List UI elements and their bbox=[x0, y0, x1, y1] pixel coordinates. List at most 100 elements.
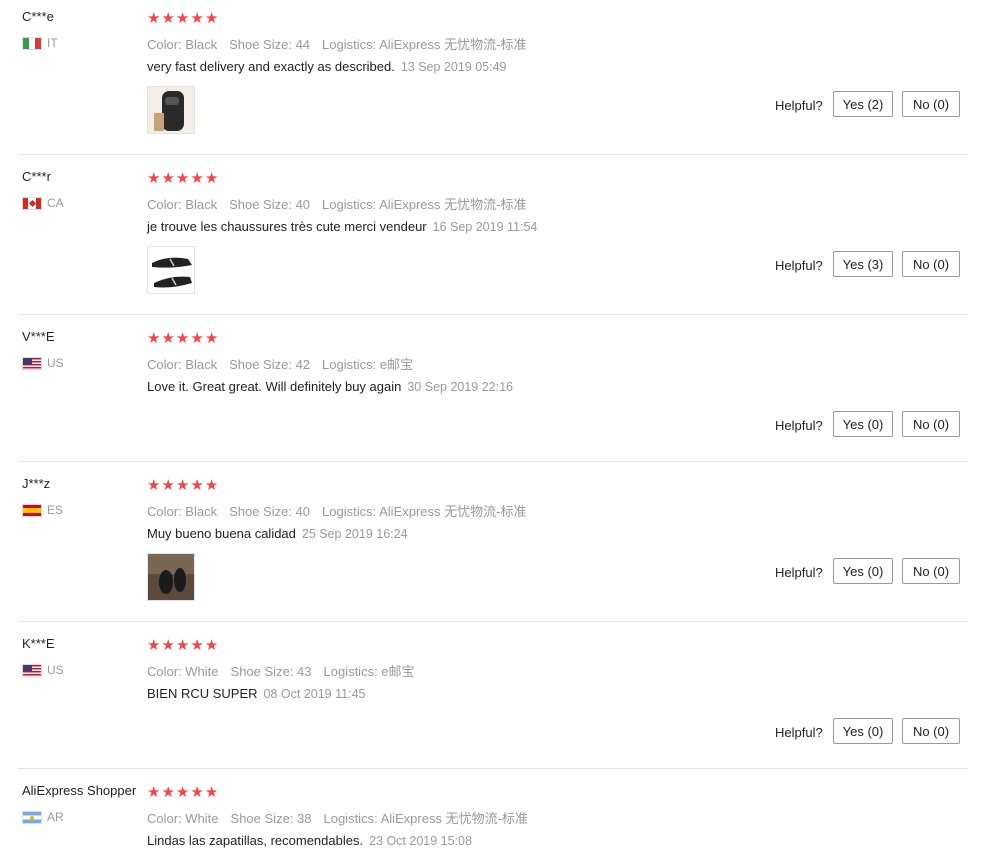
star-icon: ★ bbox=[161, 330, 176, 347]
helpful-label: Helpful? bbox=[775, 418, 823, 433]
reviewer-name: V***E bbox=[22, 329, 55, 344]
helpful-label: Helpful? bbox=[775, 565, 823, 580]
star-icon: ★ bbox=[190, 477, 205, 494]
review-attributes: Color: White Shoe Size: 38 Logistics: AliE… bbox=[147, 808, 540, 827]
review-attributes: Color: Black Shoe Size: 40 Logistics: AliE… bbox=[147, 501, 538, 520]
country-code: CA bbox=[47, 196, 64, 210]
country-code: US bbox=[47, 356, 64, 370]
review-attributes: Color: Black Shoe Size: 40 Logistics: AliE… bbox=[147, 194, 538, 213]
review-text-line: Love it. Great great. Will definitely bu… bbox=[147, 379, 513, 394]
review-date: 30 Sep 2019 22:16 bbox=[407, 380, 514, 394]
star-icon: ★ bbox=[175, 637, 191, 654]
flag-us-icon bbox=[22, 356, 42, 370]
helpful-label: Helpful? bbox=[775, 98, 823, 113]
helpful-no-button[interactable]: No (0) bbox=[902, 411, 960, 437]
star-icon: ★ bbox=[175, 784, 191, 801]
helpful-no-button[interactable]: No (0) bbox=[902, 251, 960, 277]
star-icon: ★ bbox=[204, 784, 220, 801]
reviewer-country: US bbox=[22, 356, 64, 370]
helpful-no-button[interactable]: No (0) bbox=[902, 718, 960, 744]
country-code: IT bbox=[47, 36, 58, 50]
review-photo[interactable] bbox=[147, 86, 195, 134]
country-code: AR bbox=[47, 810, 64, 824]
star-icon: ★ bbox=[190, 10, 205, 27]
review-divider bbox=[18, 154, 968, 155]
star-rating: ★★★★★ bbox=[147, 783, 219, 801]
star-icon: ★ bbox=[175, 330, 191, 347]
review-attributes: Color: White Shoe Size: 43 Logistics: e邮宝 bbox=[147, 661, 427, 680]
star-icon: ★ bbox=[147, 477, 162, 494]
country-code: US bbox=[47, 663, 64, 677]
helpful-yes-button[interactable]: Yes (3) bbox=[833, 251, 893, 277]
review-date: 08 Oct 2019 11:45 bbox=[263, 687, 366, 701]
review-photo[interactable] bbox=[147, 246, 195, 294]
review-photo[interactable] bbox=[147, 553, 195, 601]
review-text-line: BIEN RCU SUPER 08 Oct 2019 11:45 bbox=[147, 686, 365, 701]
star-rating: ★★★★★ bbox=[147, 9, 219, 27]
logistics-attr: Logistics: e邮宝 bbox=[323, 664, 415, 679]
size-attr: Shoe Size: 40 bbox=[229, 504, 311, 519]
color-attr: Color: Black bbox=[147, 504, 218, 519]
review-divider bbox=[18, 768, 968, 769]
helpful-label: Helpful? bbox=[775, 725, 823, 740]
flag-ar-icon bbox=[22, 810, 42, 824]
helpful-yes-button[interactable]: Yes (0) bbox=[833, 718, 893, 744]
star-icon: ★ bbox=[161, 170, 176, 187]
color-attr: Color: White bbox=[147, 664, 219, 679]
review-text: Love it. Great great. Will definitely bu… bbox=[147, 379, 402, 394]
star-icon: ★ bbox=[161, 10, 176, 27]
star-icon: ★ bbox=[175, 477, 191, 494]
helpful-no-button[interactable]: No (0) bbox=[902, 91, 960, 117]
star-rating: ★★★★★ bbox=[147, 476, 219, 494]
color-attr: Color: White bbox=[147, 811, 219, 826]
reviewer-name: C***e bbox=[22, 9, 54, 24]
helpful-yes-button[interactable]: Yes (0) bbox=[833, 411, 893, 437]
flag-es-icon bbox=[22, 503, 42, 517]
star-icon: ★ bbox=[147, 784, 162, 801]
star-icon: ★ bbox=[161, 784, 176, 801]
star-icon: ★ bbox=[161, 637, 176, 654]
review-date: 13 Sep 2019 05:49 bbox=[400, 60, 507, 74]
star-icon: ★ bbox=[147, 170, 162, 187]
size-attr: Shoe Size: 38 bbox=[230, 811, 312, 826]
star-icon: ★ bbox=[147, 637, 162, 654]
star-icon: ★ bbox=[147, 10, 162, 27]
review-date: 25 Sep 2019 16:24 bbox=[301, 527, 408, 541]
star-icon: ★ bbox=[190, 330, 205, 347]
star-icon: ★ bbox=[190, 784, 205, 801]
star-rating: ★★★★★ bbox=[147, 329, 219, 347]
size-attr: Shoe Size: 40 bbox=[229, 197, 311, 212]
star-icon: ★ bbox=[190, 170, 205, 187]
logistics-attr: Logistics: e邮宝 bbox=[322, 357, 414, 372]
review-list: C***e IT ★★★★★ Color: Black Shoe Size: 44… bbox=[0, 0, 981, 860]
star-icon: ★ bbox=[204, 170, 220, 187]
size-attr: Shoe Size: 43 bbox=[230, 664, 312, 679]
logistics-attr: Logistics: AliExpress 无忧物流-标准 bbox=[323, 811, 528, 826]
reviewer-country: CA bbox=[22, 196, 64, 210]
helpful-no-button[interactable]: No (0) bbox=[902, 558, 960, 584]
flag-it-icon bbox=[22, 36, 42, 50]
star-icon: ★ bbox=[161, 477, 176, 494]
review-attributes: Color: Black Shoe Size: 42 Logistics: e邮宝 bbox=[147, 354, 425, 373]
review-date: 16 Sep 2019 11:54 bbox=[432, 220, 538, 234]
star-icon: ★ bbox=[204, 637, 220, 654]
color-attr: Color: Black bbox=[147, 37, 218, 52]
shoe-photo-icon bbox=[148, 87, 194, 133]
star-icon: ★ bbox=[175, 170, 191, 187]
helpful-yes-button[interactable]: Yes (2) bbox=[833, 91, 893, 117]
review-text: je trouve les chaussures très cute merci… bbox=[147, 219, 427, 234]
reviewer-country: IT bbox=[22, 36, 58, 50]
flag-ca-icon bbox=[22, 196, 42, 210]
review-date: 23 Oct 2019 15:08 bbox=[369, 834, 472, 848]
star-icon: ★ bbox=[204, 10, 220, 27]
flag-us-icon bbox=[22, 663, 42, 677]
review-divider bbox=[18, 461, 968, 462]
reviewer-name: AliExpress Shopper bbox=[22, 783, 137, 798]
logistics-attr: Logistics: AliExpress 无忧物流-标准 bbox=[322, 197, 527, 212]
review-text: Muy bueno buena calidad bbox=[147, 526, 296, 541]
reviewer-country: US bbox=[22, 663, 64, 677]
star-icon: ★ bbox=[204, 477, 220, 494]
review-divider bbox=[18, 314, 968, 315]
review-divider bbox=[18, 621, 968, 622]
helpful-yes-button[interactable]: Yes (0) bbox=[833, 558, 893, 584]
